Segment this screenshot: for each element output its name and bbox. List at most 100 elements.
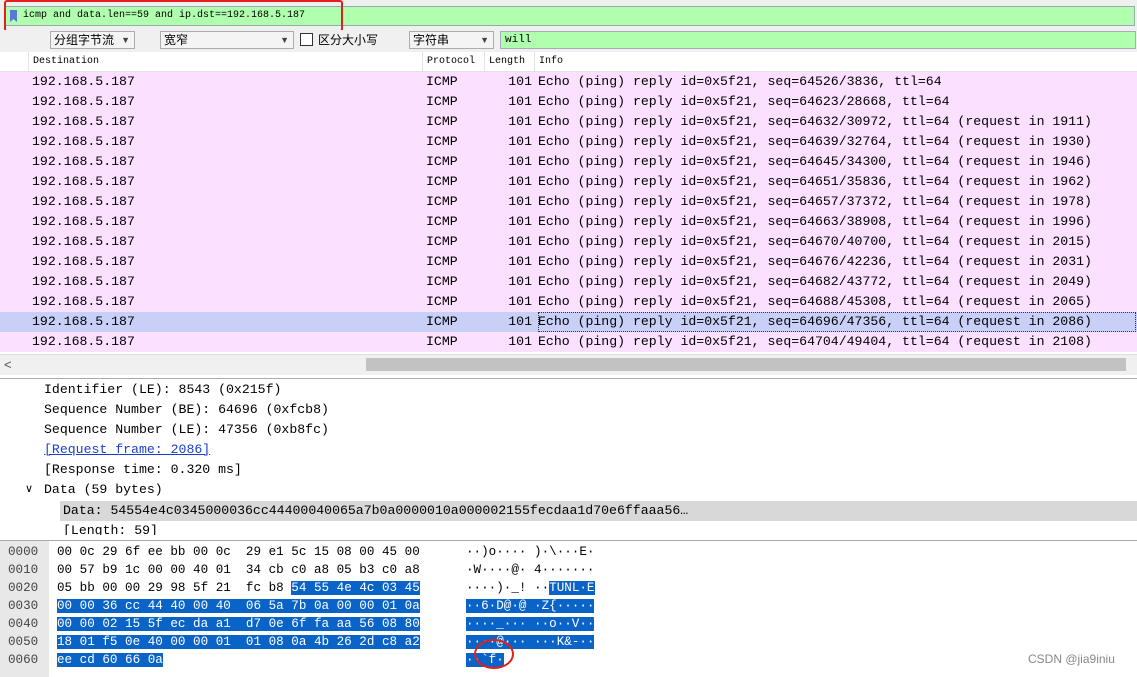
packet-row[interactable]: 192.168.5.187 ICMP 101 Echo (ping) reply id… [0, 272, 1137, 292]
packet-row[interactable]: 192.168.5.187 ICMP 101 Echo (ping) reply id… [0, 312, 1137, 332]
packet-destination: 192.168.5.187 [32, 334, 135, 349]
packet-protocol: ICMP [426, 234, 458, 249]
packet-row[interactable]: 192.168.5.187 ICMP 101 Echo (ping) reply id… [0, 72, 1137, 92]
scroll-left-icon[interactable]: < [4, 357, 12, 372]
hex-bytes-plain: 00 57 b9 1c 00 00 40 01 34 cb c0 a8 05 b… [57, 563, 420, 577]
search-scope-value: 分组字节流 [54, 33, 115, 47]
hex-bytes[interactable]: 05 bb 00 00 29 98 5f 21 fc b8 54 55 4e 4… [57, 579, 420, 597]
packet-row[interactable]: 192.168.5.187 ICMP 101 Echo (ping) reply id… [0, 172, 1137, 192]
packet-info: Echo (ping) reply id=0x5f21, seq=64645/3… [538, 154, 1092, 169]
packet-row[interactable]: 192.168.5.187 ICMP 101 Echo (ping) reply id… [0, 92, 1137, 112]
case-sensitive-checkbox[interactable]: 区分大小写 [300, 32, 378, 50]
packet-row[interactable]: 192.168.5.187 ICMP 101 Echo (ping) reply id… [0, 112, 1137, 132]
ascii-bytes-plain: ·W····@· 4······· [466, 563, 595, 577]
hex-bytes[interactable]: 18 01 f5 0e 40 00 00 01 01 08 0a 4b 26 2… [57, 633, 420, 651]
ascii-bytes-selected: TUNL·E [549, 581, 595, 595]
packet-length: 101 [508, 314, 532, 329]
ascii-bytes-selected: ····@··· ···K&-·· [466, 635, 595, 649]
packet-row[interactable]: 192.168.5.187 ICMP 101 Echo (ping) reply id… [0, 132, 1137, 152]
checkbox-icon[interactable] [300, 33, 313, 46]
packet-protocol: ICMP [426, 94, 458, 109]
char-width-value: 宽窄 [164, 33, 189, 47]
hex-bytes-plain: 00 0c 29 6f ee bb 00 0c 29 e1 5c 15 08 0… [57, 545, 420, 559]
hex-bytes[interactable]: 00 57 b9 1c 00 00 40 01 34 cb c0 a8 05 b… [57, 561, 420, 579]
packet-destination: 192.168.5.187 [32, 174, 135, 189]
packet-info: Echo (ping) reply id=0x5f21, seq=64682/4… [538, 274, 1092, 289]
packet-length: 101 [508, 274, 532, 289]
packet-protocol: ICMP [426, 254, 458, 269]
horizontal-scrollbar[interactable]: < [0, 354, 1137, 375]
detail-sequence-le[interactable]: Sequence Number (LE): 47356 (0xb8fc) [44, 420, 329, 440]
column-length-label: Length [489, 56, 526, 67]
packet-info: Echo (ping) reply id=0x5f21, seq=64526/3… [538, 74, 942, 89]
search-string-input[interactable]: will [500, 31, 1136, 49]
search-type-select[interactable]: 字符串 ▼ [409, 31, 494, 49]
search-string-text: will [505, 34, 532, 46]
packet-row[interactable]: 192.168.5.187 ICMP 101 Echo (ping) reply id… [0, 332, 1137, 352]
detail-data-header[interactable]: Data (59 bytes) [44, 480, 163, 500]
packet-destination: 192.168.5.187 [32, 194, 135, 209]
hex-bytes[interactable]: 00 0c 29 6f ee bb 00 0c 29 e1 5c 15 08 0… [57, 543, 420, 561]
byte-offset: 0010 [8, 563, 39, 577]
packet-length: 101 [508, 234, 532, 249]
packet-destination: 192.168.5.187 [32, 234, 135, 249]
column-protocol[interactable]: Protocol [422, 52, 484, 71]
packet-length: 101 [508, 174, 532, 189]
packet-protocol: ICMP [426, 154, 458, 169]
display-filter-input[interactable]: icmp and data.len==59 and ip.dst==192.16… [4, 6, 1135, 26]
search-scope-select[interactable]: 分组字节流 ▼ [50, 31, 135, 49]
ascii-bytes[interactable]: ····_··· ··o··V·· [466, 615, 595, 633]
packet-info: Echo (ping) reply id=0x5f21, seq=64639/3… [538, 134, 1092, 149]
packet-protocol: ICMP [426, 214, 458, 229]
packet-protocol: ICMP [426, 294, 458, 309]
packet-destination: 192.168.5.187 [32, 154, 135, 169]
char-width-select[interactable]: 宽窄 ▼ [160, 31, 294, 49]
byte-offset: 0000 [8, 545, 39, 559]
packet-destination: 192.168.5.187 [32, 274, 135, 289]
request-frame-link[interactable]: [Request frame: 2086] [44, 440, 210, 460]
packet-info: Echo (ping) reply id=0x5f21, seq=64623/2… [538, 94, 950, 109]
detail-length[interactable]: [Length: 59] [63, 521, 158, 535]
detail-sequence-be[interactable]: Sequence Number (BE): 64696 (0xfcb8) [44, 400, 329, 420]
ascii-bytes[interactable]: ··`f· [466, 651, 504, 669]
packet-row[interactable]: 192.168.5.187 ICMP 101 Echo (ping) reply id… [0, 212, 1137, 232]
packet-info: Echo (ping) reply id=0x5f21, seq=64651/3… [538, 174, 1092, 189]
packet-length: 101 [508, 134, 532, 149]
packet-protocol: ICMP [426, 334, 458, 349]
column-destination[interactable]: Destination [28, 52, 422, 71]
ascii-bytes[interactable]: ····@··· ···K&-·· [466, 633, 595, 651]
packet-info: Echo (ping) reply id=0x5f21, seq=64632/3… [538, 114, 1092, 129]
hex-bytes[interactable]: ee cd 60 66 0a [57, 651, 163, 669]
packet-length: 101 [508, 74, 532, 89]
packet-row[interactable]: 192.168.5.187 ICMP 101 Echo (ping) reply id… [0, 252, 1137, 272]
bookmark-icon[interactable] [10, 10, 17, 22]
packet-row[interactable]: 192.168.5.187 ICMP 101 Echo (ping) reply id… [0, 292, 1137, 312]
ascii-bytes[interactable]: ·W····@· 4······· [466, 561, 594, 579]
packet-row[interactable]: 192.168.5.187 ICMP 101 Echo (ping) reply id… [0, 152, 1137, 172]
hex-bytes[interactable]: 00 00 36 cc 44 40 00 40 06 5a 7b 0a 00 0… [57, 597, 420, 615]
expand-chevron-icon[interactable]: ∨ [25, 480, 33, 500]
display-filter-text: icmp and data.len==59 and ip.dst==192.16… [23, 10, 306, 21]
ascii-bytes-plain: ··)o···· )·\···E· [466, 545, 595, 559]
display-filter-toolbar: icmp and data.len==59 and ip.dst==192.16… [0, 0, 1137, 32]
packet-protocol: ICMP [426, 114, 458, 129]
packet-length: 101 [508, 194, 532, 209]
column-protocol-label: Protocol [427, 56, 476, 67]
ascii-bytes[interactable]: ····)·_! ··TUNL·E [466, 579, 595, 597]
detail-identifier[interactable]: Identifier (LE): 8543 (0x215f) [44, 380, 281, 400]
case-sensitive-label: 区分大小写 [318, 33, 379, 47]
packet-length: 101 [508, 94, 532, 109]
detail-response-time[interactable]: [Response time: 0.320 ms] [44, 460, 242, 480]
packet-row[interactable]: 192.168.5.187 ICMP 101 Echo (ping) reply id… [0, 192, 1137, 212]
ascii-bytes[interactable]: ··6·D@·@ ·Z{····· [466, 597, 595, 615]
chevron-down-icon: ▼ [280, 35, 289, 45]
hex-bytes[interactable]: 00 00 02 15 5f ec da a1 d7 0e 6f fa aa 5… [57, 615, 420, 633]
column-info[interactable]: Info [534, 52, 1137, 71]
packet-protocol: ICMP [426, 274, 458, 289]
packet-row[interactable]: 192.168.5.187 ICMP 101 Echo (ping) reply id… [0, 232, 1137, 252]
scrollbar-thumb[interactable] [366, 358, 1126, 371]
ascii-bytes[interactable]: ··)o···· )·\···E· [466, 543, 594, 561]
byte-offset: 0030 [8, 599, 39, 613]
packet-destination: 192.168.5.187 [32, 94, 135, 109]
column-length[interactable]: Length [484, 52, 534, 71]
